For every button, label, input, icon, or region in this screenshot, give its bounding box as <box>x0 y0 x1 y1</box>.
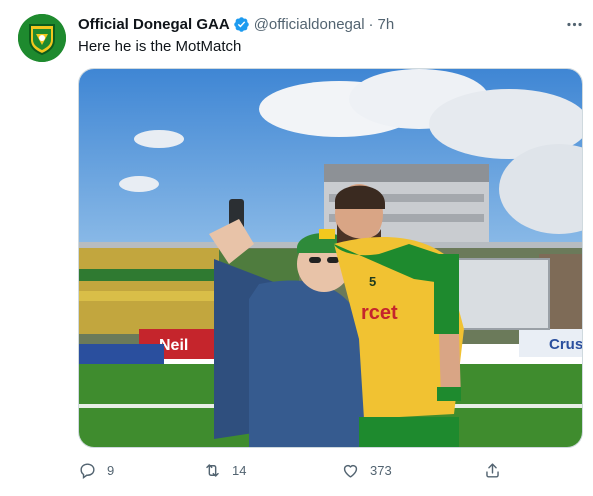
tweet[interactable]: Official Donegal GAA @officialdonegal · … <box>0 0 593 496</box>
reply-button[interactable]: 9 <box>78 459 114 481</box>
advertising-board-text: Cruse <box>549 336 583 353</box>
jersey-sponsor-text: rcet <box>361 302 398 324</box>
reply-count: 9 <box>107 462 115 478</box>
tweet-text: Here he is the MotMatch <box>78 38 242 55</box>
jersey-number: 5 <box>369 274 376 289</box>
verified-badge-icon <box>233 16 249 32</box>
tweet-header: Official Donegal GAA @officialdonegal · … <box>78 14 394 34</box>
like-count: 373 <box>370 462 392 478</box>
retweet-icon <box>206 463 219 477</box>
reply-icon <box>80 462 95 479</box>
display-name[interactable]: Official Donegal GAA <box>78 16 230 33</box>
profile-avatar[interactable] <box>18 14 66 62</box>
selfie-photo: Neil Cruse <box>79 69 583 447</box>
like-button[interactable]: 373 <box>341 459 392 481</box>
more-options-button[interactable] <box>562 14 586 34</box>
separator-dot: · <box>368 15 374 33</box>
share-icon <box>486 462 499 478</box>
share-button[interactable] <box>483 459 502 481</box>
retweet-button[interactable]: 14 <box>203 459 246 481</box>
donegal-crest-logo <box>18 14 66 62</box>
more-icon <box>566 22 582 26</box>
user-handle[interactable]: @officialdonegal <box>254 16 365 33</box>
retweet-count: 14 <box>232 462 247 478</box>
tweet-actions: 9 14 373 <box>78 459 508 481</box>
heart-icon <box>343 464 358 478</box>
timestamp[interactable]: 7h <box>378 16 395 33</box>
tweet-photo[interactable]: Neil Cruse <box>78 68 583 448</box>
